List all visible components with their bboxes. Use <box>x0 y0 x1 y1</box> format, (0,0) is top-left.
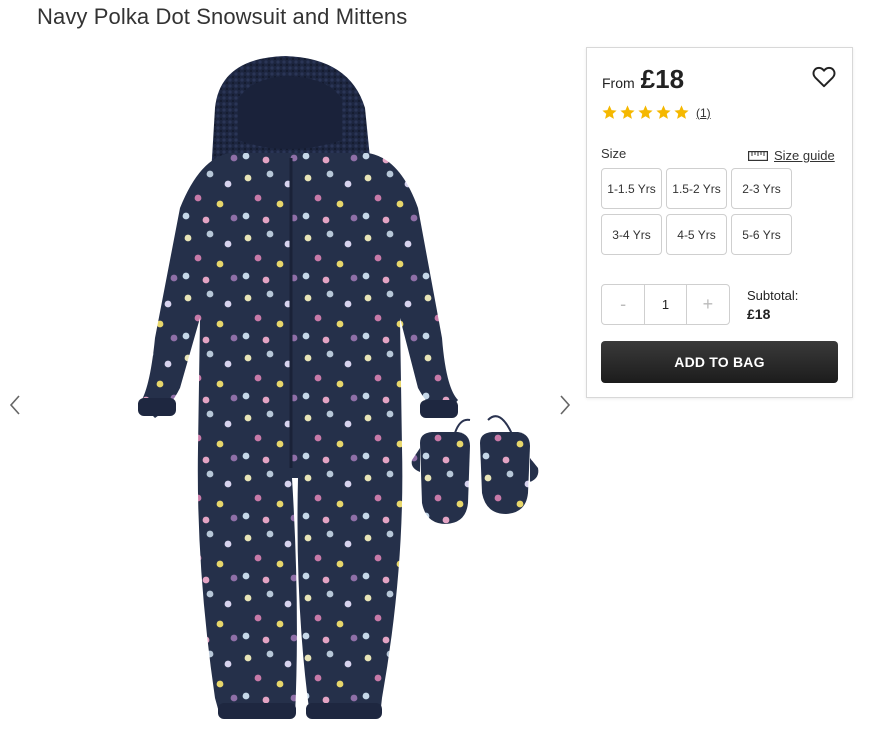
price-value: £18 <box>640 64 685 94</box>
size-option-3-4-yrs[interactable]: 3-4 Yrs <box>601 214 662 255</box>
size-option-4-5-yrs[interactable]: 4-5 Yrs <box>666 214 727 255</box>
size-guide-label: Size guide <box>774 148 835 163</box>
star-icon <box>620 105 635 119</box>
star-icon <box>638 105 653 119</box>
subtotal-label: Subtotal: <box>747 288 799 303</box>
buy-box: From £18 (1) Size Size guide 1-1.5 Yrs 1… <box>586 47 853 398</box>
product-gallery <box>0 48 580 729</box>
quantity-increase-button[interactable]: + <box>687 285 729 324</box>
subtotal: Subtotal: £18 <box>747 288 798 322</box>
gallery-next-button[interactable] <box>552 393 576 417</box>
chevron-right-icon <box>560 395 571 415</box>
product-image[interactable] <box>120 48 540 729</box>
star-icon <box>674 105 689 119</box>
heart-outline-icon <box>812 66 836 88</box>
quantity-stepper: - 1 + <box>601 284 730 325</box>
size-options: 1-1.5 Yrs 1.5-2 Yrs 2-3 Yrs 3-4 Yrs 4-5 … <box>601 168 801 255</box>
rating: (1) <box>601 104 711 121</box>
star-rating <box>601 104 690 121</box>
subtotal-value: £18 <box>747 306 771 322</box>
size-option-5-6-yrs[interactable]: 5-6 Yrs <box>731 214 792 255</box>
chevron-left-icon <box>9 395 20 415</box>
ruler-icon <box>748 150 768 161</box>
size-option-1-1.5-yrs[interactable]: 1-1.5 Yrs <box>601 168 662 209</box>
quantity-input[interactable]: 1 <box>644 285 687 324</box>
product-title: Navy Polka Dot Snowsuit and Mittens <box>37 4 408 29</box>
size-option-2-3-yrs[interactable]: 2-3 Yrs <box>731 168 792 209</box>
wishlist-button[interactable] <box>811 64 837 90</box>
size-label: Size <box>601 146 627 161</box>
price: From £18 <box>602 64 684 95</box>
price-from-label: From <box>602 75 635 91</box>
gallery-prev-button[interactable] <box>4 393 28 417</box>
size-guide-link[interactable]: Size guide <box>748 148 835 163</box>
add-to-bag-button[interactable]: ADD TO BAG <box>601 341 838 383</box>
size-option-1.5-2-yrs[interactable]: 1.5-2 Yrs <box>666 168 727 209</box>
star-icon <box>602 105 617 119</box>
quantity-decrease-button[interactable]: - <box>602 285 644 324</box>
review-count-link[interactable]: (1) <box>696 106 711 120</box>
star-icon <box>656 105 671 119</box>
